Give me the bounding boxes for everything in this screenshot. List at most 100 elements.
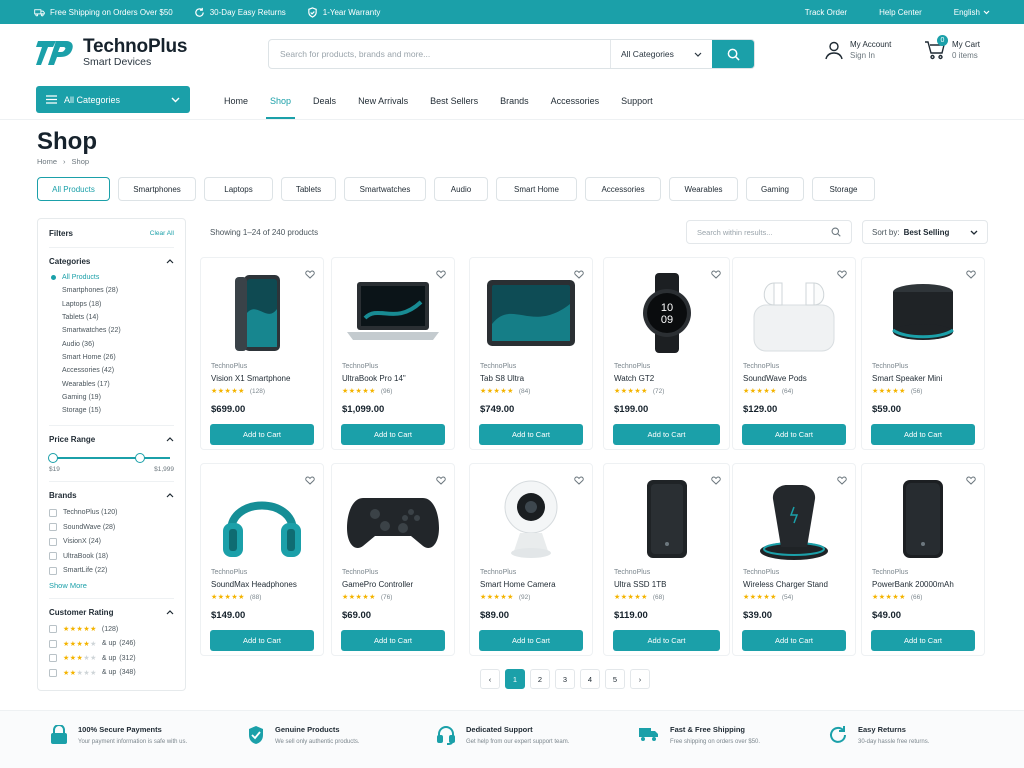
- category-filter-item[interactable]: Storage (15): [49, 404, 174, 417]
- next-page-button[interactable]: ›: [630, 669, 650, 689]
- product-name[interactable]: Tab S8 Ultra: [480, 374, 524, 383]
- product-card[interactable]: TechnoPlus SoundMax Headphones ★★★★★ (88) $1…: [200, 463, 324, 656]
- product-name[interactable]: Vision X1 Smartphone: [211, 374, 290, 383]
- product-card[interactable]: TechnoPlus UltraBook Pro 14" ★★★★★ (96) $1,0…: [331, 257, 455, 450]
- product-card[interactable]: TechnoPlus SoundWave Pods ★★★★★ (64) $129.00…: [732, 257, 856, 450]
- product-name[interactable]: GamePro Controller: [342, 580, 413, 589]
- rating-checkbox[interactable]: [49, 668, 57, 677]
- page-3-button[interactable]: 3: [555, 669, 575, 689]
- rating-section-header[interactable]: Customer Rating: [49, 608, 174, 617]
- brand-filter-item[interactable]: SmartLife (22): [49, 563, 174, 578]
- track-order-link[interactable]: Track Order: [805, 8, 847, 17]
- add-to-cart-button[interactable]: Add to Cart: [479, 630, 583, 651]
- page-1-button[interactable]: 1: [505, 669, 525, 689]
- category-chip-laptops[interactable]: Laptops: [204, 177, 273, 201]
- brand-filter-item[interactable]: VisionX (24): [49, 534, 174, 549]
- product-card[interactable]: TechnoPlus GamePro Controller ★★★★★ (76) $69…: [331, 463, 455, 656]
- sort-dropdown[interactable]: Sort by: Best Selling: [862, 220, 988, 244]
- page-4-button[interactable]: 4: [580, 669, 600, 689]
- product-card[interactable]: TechnoPlus Smart Home Camera ★★★★★ (92) $89.…: [469, 463, 593, 656]
- category-filter-item[interactable]: Smartwatches (22): [49, 324, 174, 337]
- add-to-cart-button[interactable]: Add to Cart: [742, 424, 846, 445]
- rating-checkbox[interactable]: [49, 625, 57, 634]
- product-card[interactable]: TechnoPlus Vision X1 Smartphone ★★★★★ (128)…: [200, 257, 324, 450]
- search-within-input[interactable]: Search within results...: [686, 220, 852, 244]
- nav-link-shop[interactable]: Shop: [266, 82, 296, 119]
- slider-max-handle[interactable]: [135, 453, 145, 464]
- product-card[interactable]: TechnoPlus PowerBank 20000mAh ★★★★★ (66) $49…: [861, 463, 985, 656]
- add-to-cart-button[interactable]: Add to Cart: [871, 424, 975, 445]
- rating-filter-item[interactable]: ★★★★★ & up (246): [49, 636, 174, 651]
- nav-link-support[interactable]: Support: [621, 82, 653, 119]
- brand-checkbox[interactable]: [49, 508, 57, 517]
- product-card[interactable]: TechnoPlus Ultra SSD 1TB ★★★★★ (68) $119.00 A…: [603, 463, 730, 656]
- rating-filter-item[interactable]: ★★★★★ & up (312): [49, 651, 174, 666]
- brand-filter-item[interactable]: UltraBook (18): [49, 549, 174, 564]
- brand-filter-item[interactable]: TechnoPlus (120): [49, 505, 174, 520]
- add-to-cart-button[interactable]: Add to Cart: [613, 630, 720, 651]
- page-5-button[interactable]: 5: [605, 669, 625, 689]
- category-chip-storage[interactable]: Storage: [812, 177, 875, 201]
- product-name[interactable]: Ultra SSD 1TB: [614, 580, 666, 589]
- brand-checkbox[interactable]: [49, 523, 57, 532]
- language-selector[interactable]: English: [954, 8, 990, 17]
- category-filter-item[interactable]: Smartphones (28): [49, 284, 174, 297]
- page-2-button[interactable]: 2: [530, 669, 550, 689]
- rating-checkbox[interactable]: [49, 654, 57, 663]
- slider-min-handle[interactable]: [48, 453, 58, 464]
- category-filter-item[interactable]: Wearables (17): [49, 377, 174, 390]
- add-to-cart-button[interactable]: Add to Cart: [742, 630, 846, 651]
- add-to-cart-button[interactable]: Add to Cart: [341, 630, 445, 651]
- add-to-cart-button[interactable]: Add to Cart: [613, 424, 720, 445]
- clear-all-link[interactable]: Clear All: [150, 230, 174, 237]
- product-name[interactable]: SoundWave Pods: [743, 374, 807, 383]
- product-name[interactable]: SoundMax Headphones: [211, 580, 297, 589]
- nav-link-brands[interactable]: Brands: [500, 82, 529, 119]
- add-to-cart-button[interactable]: Add to Cart: [341, 424, 445, 445]
- add-to-cart-button[interactable]: Add to Cart: [210, 630, 314, 651]
- search-category-select[interactable]: All Categories: [610, 40, 712, 68]
- category-filter-item[interactable]: Audio (36): [49, 337, 174, 350]
- nav-link-deals[interactable]: Deals: [313, 82, 336, 119]
- product-card[interactable]: 10 09 TechnoPlus Watch GT2 ★★★★★ (72) $199.00 A…: [603, 257, 730, 450]
- category-chip-accessories[interactable]: Accessories: [585, 177, 661, 201]
- product-name[interactable]: PowerBank 20000mAh: [872, 580, 954, 589]
- prev-page-button[interactable]: ‹: [480, 669, 500, 689]
- product-card[interactable]: TechnoPlus Smart Speaker Mini ★★★★★ (56) $59…: [861, 257, 985, 450]
- nav-link-new-arrivals[interactable]: New Arrivals: [358, 82, 408, 119]
- cart-button[interactable]: 0 My Cart 0 items: [924, 35, 980, 61]
- category-filter-item[interactable]: All Products: [49, 271, 174, 284]
- rating-filter-item[interactable]: ★★★★★ & up (348): [49, 665, 174, 680]
- nav-link-home[interactable]: Home: [224, 82, 248, 119]
- price-range-slider[interactable]: [48, 453, 170, 464]
- category-chip-wearables[interactable]: Wearables: [669, 177, 738, 201]
- category-chip-audio[interactable]: Audio: [434, 177, 488, 201]
- category-chip-smartwatches[interactable]: Smartwatches: [344, 177, 426, 201]
- rating-checkbox[interactable]: [49, 639, 57, 648]
- product-name[interactable]: Wireless Charger Stand: [743, 580, 828, 589]
- category-filter-item[interactable]: Smart Home (26): [49, 351, 174, 364]
- help-center-link[interactable]: Help Center: [879, 8, 922, 17]
- product-name[interactable]: UltraBook Pro 14": [342, 374, 406, 383]
- category-chip-all-products[interactable]: All Products: [37, 177, 110, 201]
- brand-checkbox[interactable]: [49, 537, 57, 546]
- nav-link-best-sellers[interactable]: Best Sellers: [430, 82, 478, 119]
- product-name[interactable]: Smart Speaker Mini: [872, 374, 942, 383]
- search-input[interactable]: Search for products, brands and more...: [269, 49, 610, 59]
- category-filter-item[interactable]: Tablets (14): [49, 311, 174, 324]
- search-button[interactable]: [712, 40, 754, 68]
- product-name[interactable]: Watch GT2: [614, 374, 654, 383]
- account-menu[interactable]: My Account Sign In: [824, 39, 891, 61]
- category-filter-item[interactable]: Laptops (18): [49, 298, 174, 311]
- add-to-cart-button[interactable]: Add to Cart: [210, 424, 314, 445]
- product-name[interactable]: Smart Home Camera: [480, 580, 556, 589]
- category-chip-gaming[interactable]: Gaming: [746, 177, 804, 201]
- category-filter-item[interactable]: Gaming (19): [49, 391, 174, 404]
- price-section-header[interactable]: Price Range: [49, 435, 174, 444]
- category-chip-tablets[interactable]: Tablets: [281, 177, 336, 201]
- brand-checkbox[interactable]: [49, 566, 57, 575]
- category-chip-smartphones[interactable]: Smartphones: [118, 177, 196, 201]
- all-categories-button[interactable]: All Categories: [36, 86, 190, 113]
- nav-link-accessories[interactable]: Accessories: [551, 82, 600, 119]
- breadcrumb-home[interactable]: Home: [37, 157, 57, 166]
